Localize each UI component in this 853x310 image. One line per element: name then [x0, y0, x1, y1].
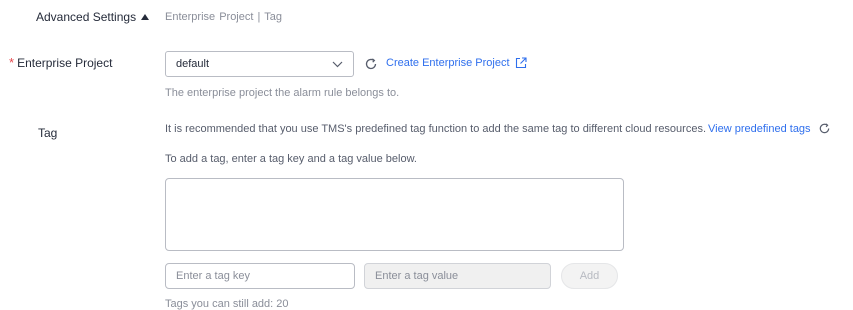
enterprise-project-select[interactable]: default — [165, 51, 354, 77]
create-enterprise-project-label: Create Enterprise Project — [386, 57, 510, 69]
external-link-icon — [515, 57, 527, 69]
refresh-icon[interactable] — [364, 57, 378, 71]
advanced-settings-summary: Enterprise Project | Tag — [165, 11, 282, 23]
enterprise-project-selected-value: default — [176, 58, 210, 70]
add-tag-button[interactable]: Add — [561, 263, 618, 289]
advanced-settings-toggle[interactable]: Advanced Settings — [36, 10, 150, 24]
tag-refresh-icon[interactable] — [818, 122, 831, 135]
tag-recommendation: It is recommended that you use TMS's pre… — [165, 122, 831, 135]
tag-instruction: To add a tag, enter a tag key and a tag … — [165, 153, 417, 165]
create-enterprise-project-link[interactable]: Create Enterprise Project — [386, 57, 527, 69]
tag-value-input[interactable] — [364, 263, 551, 289]
tag-label: Tag — [38, 126, 58, 140]
enterprise-project-label-group: * Enterprise Project — [9, 55, 112, 70]
advanced-settings-label: Advanced Settings — [36, 10, 137, 24]
enterprise-project-help: The enterprise project the alarm rule be… — [165, 87, 400, 99]
tag-key-input[interactable] — [165, 263, 355, 289]
tag-list-area[interactable] — [165, 178, 624, 251]
view-predefined-tags-link[interactable]: View predefined tags — [708, 123, 811, 135]
triangle-up-icon — [141, 14, 150, 20]
tags-remaining: Tags you can still add: 20 — [165, 298, 289, 310]
required-mark: * — [9, 55, 15, 70]
chevron-down-icon — [332, 61, 343, 68]
enterprise-project-label: Enterprise Project — [17, 55, 113, 70]
tag-recommend-text: It is recommended that you use TMS's pre… — [165, 122, 707, 135]
